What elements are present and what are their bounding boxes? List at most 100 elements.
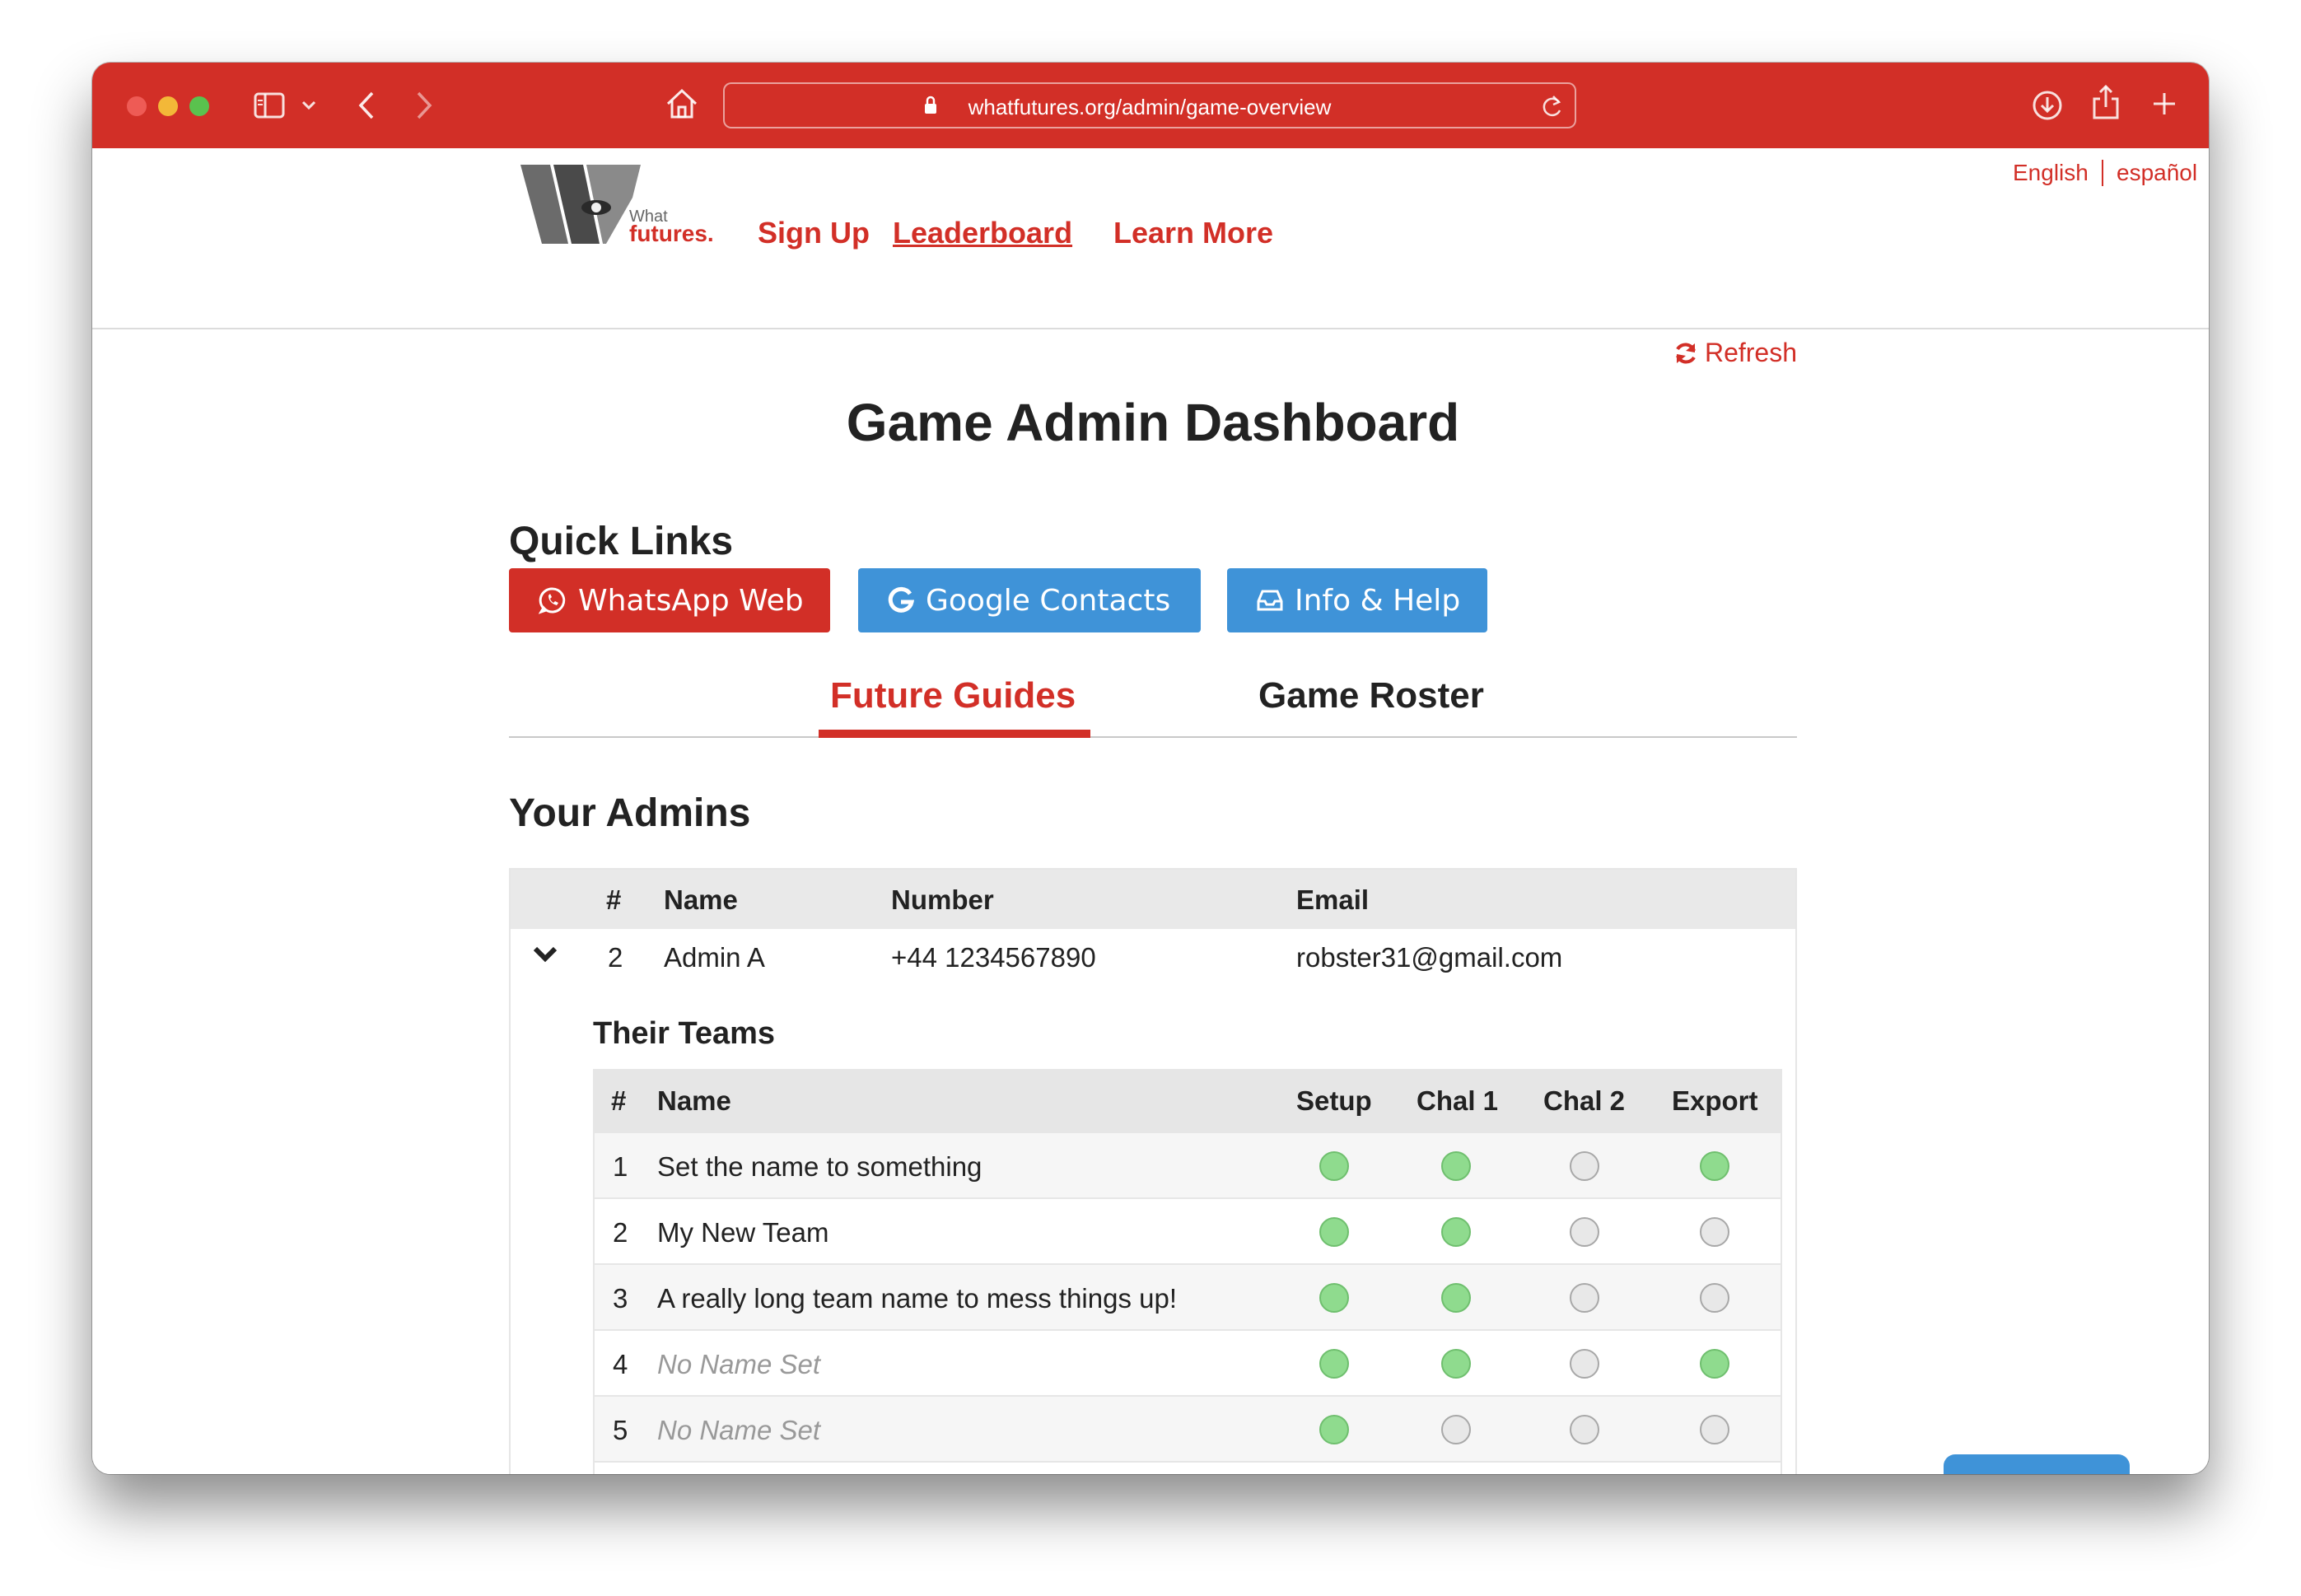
logo-futures: futures. (629, 221, 714, 246)
window-zoom-button[interactable] (189, 96, 209, 116)
tab-future-guides[interactable]: Future Guides (830, 675, 1076, 716)
teams-col-chal2: Chal 2 (1543, 1085, 1626, 1116)
team-row[interactable]: 4 No Name Set (595, 1329, 1781, 1395)
teams-table-header: # Name Setup Chal 1 Chal 2 Export (595, 1071, 1781, 1132)
refresh-icon (1676, 343, 1696, 363)
chal1-status-dot (1441, 1349, 1471, 1379)
site-header: What futures. Sign Up Leaderboard Learn … (92, 148, 2209, 329)
active-tab-indicator (819, 730, 1090, 738)
admins-table: # Name Number Email 2 Admin A +44 123456… (509, 868, 1797, 1474)
admins-col-name: Name (664, 884, 738, 915)
info-help-button[interactable]: Info & Help (1227, 568, 1487, 632)
inbox-icon (1257, 590, 1283, 611)
desktop: whatfutures.org/admin/game-overview What… (0, 0, 2301, 1596)
admins-table-header: # Name Number Email (511, 870, 1795, 929)
team-number: 1 (613, 1151, 628, 1182)
site-logo[interactable]: What futures. (517, 165, 731, 250)
admin-row-phone: +44 1234567890 (891, 942, 1096, 973)
chal1-status-dot (1441, 1283, 1471, 1313)
lang-english[interactable]: English (2013, 160, 2089, 186)
teams-table-body: 1 Set the name to something 2 My New Team 3 A… (595, 1132, 1781, 1474)
whatsapp-icon (539, 587, 566, 614)
export-status-dot (1700, 1349, 1729, 1379)
expand-row-chevron-icon[interactable] (529, 939, 562, 968)
lang-espanol[interactable]: español (2117, 160, 2197, 186)
browser-window: whatfutures.org/admin/game-overview What… (92, 63, 2209, 1474)
share-icon[interactable] (2092, 84, 2120, 120)
export-status-dot (1700, 1283, 1729, 1313)
team-number: 4 (613, 1349, 628, 1379)
floating-action-button[interactable] (1944, 1454, 2130, 1474)
download-icon[interactable] (2031, 89, 2064, 122)
whatsapp-web-button[interactable]: WhatsApp Web (509, 568, 830, 632)
admin-row-number: 2 (608, 942, 623, 973)
export-status-dot (1700, 1151, 1729, 1181)
google-icon (888, 586, 914, 613)
tab-game-roster[interactable]: Game Roster (1258, 675, 1484, 716)
chal2-status-dot (1570, 1415, 1599, 1444)
team-row[interactable]: 1 Set the name to something (595, 1132, 1781, 1197)
chal1-status-dot (1441, 1415, 1471, 1444)
reload-icon[interactable] (1542, 94, 1563, 119)
your-admins-heading: Your Admins (509, 791, 751, 835)
export-status-dot (1700, 1415, 1729, 1444)
team-number: 3 (613, 1283, 628, 1314)
nav-sign-up[interactable]: Sign Up (758, 216, 870, 250)
admin-row-name: Admin A (664, 942, 765, 973)
nav-leaderboard[interactable]: Leaderboard (893, 216, 1072, 250)
info-help-label: Info & Help (1295, 583, 1461, 618)
team-name: No Name Set (657, 1349, 821, 1379)
page-title: Game Admin Dashboard (846, 393, 1460, 452)
teams-col-setup: Setup (1296, 1085, 1372, 1116)
back-icon[interactable] (357, 91, 376, 120)
chal2-status-dot (1570, 1283, 1599, 1313)
tab-bar: Future Guides Game Roster (509, 675, 1797, 738)
window-close-button[interactable] (127, 96, 147, 116)
new-tab-icon[interactable] (2151, 91, 2177, 117)
browser-toolbar: whatfutures.org/admin/game-overview (92, 63, 2209, 148)
teams-col-export: Export (1672, 1085, 1758, 1116)
sidebar-toggle-icon[interactable] (254, 92, 285, 119)
nav-learn-more[interactable]: Learn More (1113, 216, 1273, 250)
teams-table: # Name Setup Chal 1 Chal 2 Export 1 Set t… (593, 1069, 1782, 1474)
setup-status-dot (1319, 1349, 1349, 1379)
google-contacts-button[interactable]: Google Contacts (858, 568, 1201, 632)
chal1-status-dot (1441, 1151, 1471, 1181)
teams-col-name: Name (657, 1085, 731, 1116)
forward-icon[interactable] (415, 91, 433, 120)
web-page: What futures. Sign Up Leaderboard Learn … (92, 148, 2209, 1474)
team-row[interactable]: 2 My New Team (595, 1197, 1781, 1263)
window-minimize-button[interactable] (158, 96, 178, 116)
team-number: 5 (613, 1415, 628, 1445)
team-name: No Name Set (657, 1415, 821, 1445)
chevron-down-icon[interactable] (301, 100, 316, 110)
team-row[interactable]: 3 A really long team name to mess things … (595, 1263, 1781, 1329)
refresh-button[interactable]: Refresh (1673, 338, 1797, 368)
teams-col-chal1: Chal 1 (1417, 1085, 1499, 1116)
admins-col-number: # (606, 884, 622, 915)
chal1-status-dot (1441, 1217, 1471, 1247)
setup-status-dot (1319, 1151, 1349, 1181)
setup-status-dot (1319, 1217, 1349, 1247)
setup-status-dot (1319, 1415, 1349, 1444)
admins-col-email: Email (1296, 884, 1370, 915)
team-row[interactable]: 6Fun Team (595, 1461, 1781, 1474)
teams-col-number: # (611, 1085, 627, 1116)
refresh-label: Refresh (1704, 338, 1797, 367)
lang-divider (2102, 160, 2103, 186)
their-teams-heading: Their Teams (593, 1016, 776, 1051)
team-name: A really long team name to mess things u… (657, 1283, 1177, 1314)
home-icon[interactable] (665, 87, 698, 120)
admin-row-email: robster31@gmail.com (1296, 942, 1563, 973)
team-row[interactable]: 5 No Name Set (595, 1395, 1781, 1461)
url-text: whatfutures.org/admin/game-overview (968, 95, 1332, 119)
address-bar[interactable]: whatfutures.org/admin/game-overview (723, 82, 1576, 128)
admins-col-phone: Number (891, 884, 994, 915)
quick-links-heading: Quick Links (509, 520, 734, 563)
google-contacts-label: Google Contacts (926, 583, 1171, 618)
export-status-dot (1700, 1217, 1729, 1247)
team-name: Set the name to something (657, 1151, 982, 1182)
team-name: My New Team (657, 1217, 829, 1248)
chal2-status-dot (1570, 1349, 1599, 1379)
chal2-status-dot (1570, 1151, 1599, 1181)
